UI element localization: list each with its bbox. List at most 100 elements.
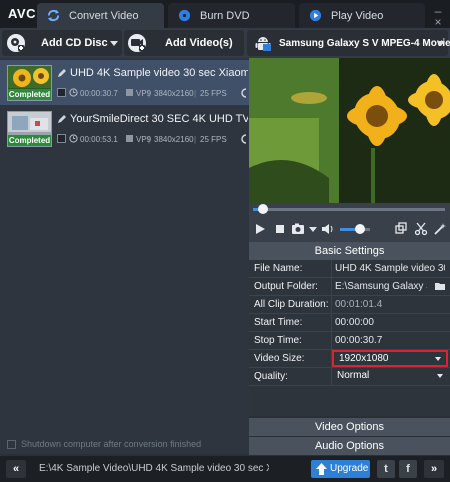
chevron-down-icon[interactable] [309, 227, 317, 232]
setting-label: Output Folder: [254, 281, 318, 292]
tab-burn-dvd[interactable]: Burn DVD [168, 3, 295, 28]
player-controls [249, 216, 450, 242]
chevron-down-icon[interactable] [110, 41, 118, 46]
audio-options-header[interactable]: Audio Options [249, 437, 450, 455]
back-button[interactable]: « [6, 460, 26, 478]
forward-button[interactable]: » [424, 460, 444, 478]
video-preview [249, 58, 450, 203]
seek-bar[interactable] [249, 203, 450, 216]
upgrade-icon [316, 463, 327, 475]
toolbar: Add CD Disc Add Video(s) Samsung Galaxy … [0, 28, 450, 58]
chevron-down-icon [435, 357, 441, 361]
volume-icon[interactable] [321, 222, 335, 236]
list-item[interactable]: Completed UHD 4K Sample video 30 sec Xia… [0, 60, 249, 105]
file-resolution: 3840x2160 [154, 135, 194, 144]
clock-icon [69, 88, 78, 97]
start-time-field[interactable]: 00:00:00 [335, 317, 445, 328]
shutdown-checkbox[interactable] [7, 440, 16, 449]
setting-file-name: File Name: UHD 4K Sample video 30 se [249, 260, 450, 278]
folder-icon[interactable] [435, 282, 446, 291]
file-fps: 25 FPS [200, 89, 227, 98]
file-resolution: 3840x2160 [154, 89, 194, 98]
list-item[interactable]: Completed YourSmileDirect 30 SEC 4K UHD … [0, 106, 249, 151]
film-icon [126, 135, 133, 142]
chevron-down-icon [437, 374, 443, 378]
android-icon [255, 37, 271, 51]
add-disc-icon [7, 34, 25, 52]
shutdown-label: Shutdown computer after conversion finis… [21, 439, 202, 449]
scissors-icon[interactable] [414, 222, 428, 236]
video-size-value: 1920x1080 [339, 353, 389, 364]
merge-icon[interactable] [394, 222, 408, 236]
basic-settings-header[interactable]: Basic Settings [249, 242, 450, 260]
setting-label: Stop Time: [254, 335, 302, 346]
volume-handle[interactable] [354, 224, 365, 234]
setting-output-folder: Output Folder: E:\Samsung Galaxy S V [249, 278, 450, 296]
seek-handle[interactable] [257, 204, 268, 214]
play-icon[interactable] [253, 222, 267, 236]
all-clip-duration-value: 00:01:01.4 [335, 299, 383, 310]
stop-time-field[interactable]: 00:00:30.7 [335, 335, 445, 346]
video-thumbnail: Completed [7, 111, 52, 147]
add-video-icon [128, 34, 146, 52]
tab-label: Play Video [331, 10, 384, 22]
tab-label: Burn DVD [200, 10, 250, 22]
video-thumbnail: Completed [7, 65, 52, 101]
facebook-icon[interactable]: f [399, 460, 417, 478]
video-size-select[interactable]: 1920x1080 [332, 350, 448, 367]
output-folder-field[interactable]: E:\Samsung Galaxy S V [335, 281, 427, 292]
close-icon[interactable]: × [431, 15, 445, 29]
file-checkbox[interactable] [57, 88, 66, 97]
video-options-header[interactable]: Video Options [249, 418, 450, 436]
app-logo: AVC [8, 6, 36, 21]
setting-label: File Name: [254, 263, 303, 274]
quality-select[interactable]: Normal [332, 369, 448, 385]
pencil-icon[interactable] [57, 114, 67, 124]
pencil-icon[interactable] [57, 68, 67, 78]
output-profile-dropdown[interactable]: Samsung Galaxy S V MPEG-4 Movie (*... [247, 30, 450, 56]
output-path: E:\4K Sample Video\UHD 4K Sample video 3… [39, 463, 269, 474]
stop-icon[interactable] [273, 222, 287, 236]
file-list: Completed UHD 4K Sample video 30 sec Xia… [0, 58, 249, 436]
snapshot-icon[interactable] [291, 222, 307, 236]
add-videos-button[interactable]: Add Video(s) [124, 30, 244, 56]
audio-track-icon [241, 134, 247, 144]
file-name-field[interactable]: UHD 4K Sample video 30 se [335, 263, 445, 274]
add-cd-disc-button[interactable]: Add CD Disc [2, 30, 122, 56]
film-icon [126, 89, 133, 96]
profile-label: Samsung Galaxy S V MPEG-4 Movie (*... [279, 38, 450, 49]
status-badge: Completed [8, 89, 51, 100]
file-title: UHD 4K Sample video 30 sec Xiaomi Redmi … [70, 67, 248, 79]
basic-settings-panel: Basic Settings File Name: UHD 4K Sample … [249, 242, 450, 416]
tab-play-video[interactable]: Play Video [299, 3, 425, 28]
setting-label: Video Size: [254, 353, 305, 364]
clock-icon [69, 134, 78, 143]
file-duration: 00:00:30.7 [80, 89, 118, 98]
add-cd-disc-label: Add CD Disc [41, 37, 108, 49]
setting-start-time: Start Time: 00:00:00 [249, 314, 450, 332]
quality-value: Normal [337, 370, 370, 381]
upgrade-label: Upgrade [330, 463, 369, 474]
tab-convert-video[interactable]: Convert Video [37, 3, 164, 28]
chevron-down-icon[interactable] [437, 41, 445, 46]
file-title: YourSmileDirect 30 SEC 4K UHD TV Campaig… [70, 113, 248, 125]
upgrade-button[interactable]: Upgrade [311, 460, 370, 478]
setting-label: All Clip Duration: [254, 299, 329, 310]
add-videos-label: Add Video(s) [165, 37, 233, 49]
status-badge: Completed [8, 135, 51, 146]
file-fps: 25 FPS [200, 135, 227, 144]
title-tab-bar: AVC Convert Video Burn DVD Play Video – … [0, 0, 450, 29]
setting-label: Quality: [254, 371, 288, 382]
setting-all-clip-duration: All Clip Duration: 00:01:01.4 [249, 296, 450, 314]
setting-label: Start Time: [254, 317, 303, 328]
convert-icon [47, 9, 60, 22]
effects-icon[interactable] [433, 222, 447, 236]
setting-quality: Quality: Normal [249, 368, 450, 386]
shutdown-option[interactable]: Shutdown computer after conversion finis… [0, 436, 249, 454]
file-duration: 00:00:53.1 [80, 135, 118, 144]
disc-icon [178, 9, 191, 22]
setting-stop-time: Stop Time: 00:00:30.7 [249, 332, 450, 350]
twitter-icon[interactable]: t [377, 460, 395, 478]
status-bar: « E:\4K Sample Video\UHD 4K Sample video… [0, 456, 450, 482]
file-checkbox[interactable] [57, 134, 66, 143]
